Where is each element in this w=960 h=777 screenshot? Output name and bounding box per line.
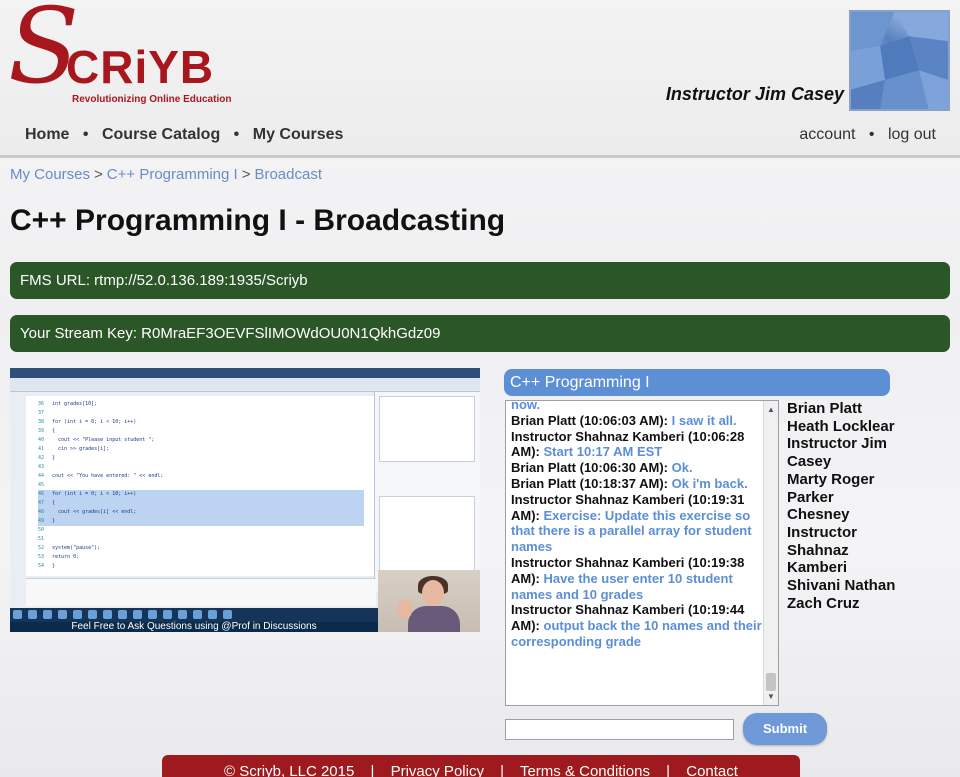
user-list-item: Instructor Jim Casey — [787, 435, 888, 471]
chat-log[interactable]: now. Brian Platt (10:06:03 AM): I saw it… — [505, 400, 779, 706]
footer-separator: | — [666, 763, 671, 777]
chat-message: Instructor Shahnaz Kamberi (10:06:28 AM)… — [511, 428, 745, 460]
online-user-list: Brian Platt Heath Locklear Instructor Ji… — [787, 400, 897, 612]
chat-message: now. — [511, 400, 541, 412]
user-list-item: Instructor Shahnaz Kamberi — [787, 523, 858, 577]
code-editor-preview: 36 int grades[10]; 37 38 for (int i = 0; i… — [26, 396, 376, 576]
avatar[interactable] — [849, 10, 950, 111]
submit-button[interactable]: Submit — [743, 713, 827, 745]
breadcrumb-broadcast[interactable]: Broadcast — [254, 166, 322, 183]
chat-title: C++ Programming I — [504, 369, 890, 396]
footer-privacy-link[interactable]: Privacy Policy — [391, 763, 484, 777]
breadcrumb-separator: > — [94, 166, 103, 183]
scroll-thumb[interactable] — [766, 673, 776, 691]
user-list-item: Chesney — [787, 506, 850, 524]
logo-wordmark: CRiYB — [66, 41, 215, 93]
chat-message: Instructor Shahnaz Kamberi (10:19:44 AM)… — [511, 602, 762, 649]
chat-scrollbar[interactable]: ▲ ▼ — [763, 401, 778, 705]
logo-tagline: Revolutionizing Online Education — [72, 94, 232, 105]
footer-contact-link[interactable]: Contact — [686, 763, 738, 777]
instructor-name: Instructor Jim Casey — [665, 84, 844, 104]
nav-separator: • — [868, 126, 875, 143]
fms-url-bar: FMS URL: rtmp://52.0.136.189:1935/Scriyb — [10, 262, 950, 299]
site-footer: © Scriyb, LLC 2015 | Privacy Policy | Te… — [162, 755, 800, 777]
site-header: S CRiYB Revolutionizing Online Education… — [0, 0, 960, 158]
page-title: C++ Programming I - Broadcasting — [10, 204, 506, 237]
stream-key-bar: Your Stream Key: R0MraEF3OEVFSlIMOWdOU0N… — [10, 315, 950, 352]
nav-account[interactable]: account — [799, 126, 855, 143]
copyright-text: © Scriyb, LLC 2015 — [224, 763, 355, 777]
breadcrumb-separator: > — [241, 166, 251, 183]
footer-terms-link[interactable]: Terms & Conditions — [520, 763, 650, 777]
video-caption: Feel Free to Ask Questions using @Prof i… — [71, 621, 317, 632]
nav-separator: • — [233, 126, 240, 143]
nav-log-out[interactable]: log out — [888, 126, 936, 143]
user-list-item: Brian Platt — [787, 400, 863, 417]
breadcrumb-my-courses[interactable]: My Courses — [10, 166, 90, 183]
nav-course-catalog[interactable]: Course Catalog — [102, 126, 220, 143]
user-list-item: Heath Locklear — [787, 417, 895, 435]
broadcast-video[interactable]: 36 int grades[10]; 37 38 for (int i = 0; i… — [10, 368, 480, 632]
user-list-item: Shivani Nathan — [787, 577, 896, 595]
breadcrumb: My Courses > C++ Programming I > Broadcast — [10, 166, 322, 183]
nav-separator: • — [82, 126, 89, 143]
chat-message-input[interactable] — [505, 719, 734, 740]
chat-message: Brian Platt (10:06:30 AM): Ok. — [511, 460, 693, 476]
user-list-item: Marty Roger Parker — [787, 470, 875, 506]
chat-message: Instructor Shahnaz Kamberi (10:19:31 AM)… — [511, 491, 752, 555]
nav-home[interactable]: Home — [25, 126, 69, 143]
webcam-feed — [378, 570, 480, 632]
chat-message: Instructor Shahnaz Kamberi (10:19:38 AM)… — [511, 554, 745, 602]
user-list-item: Zach Cruz — [787, 594, 860, 612]
footer-separator: | — [370, 763, 375, 777]
chat-messages: now. Brian Platt (10:06:03 AM): I saw it… — [511, 400, 763, 650]
chat-message: Brian Platt (10:06:03 AM): I saw it all. — [511, 412, 737, 428]
main-nav: Home • Course Catalog • My Courses — [25, 126, 343, 144]
footer-separator: | — [500, 763, 505, 777]
scroll-up-icon[interactable]: ▲ — [767, 405, 775, 414]
chat-message: Brian Platt (10:18:37 AM): Ok i'm back. — [511, 475, 748, 491]
scriyb-logo[interactable]: S CRiYB Revolutionizing Online Education — [8, 0, 248, 106]
avatar-image-icon — [851, 12, 948, 109]
breadcrumb-course[interactable]: C++ Programming I — [107, 166, 238, 183]
scroll-down-icon[interactable]: ▼ — [767, 692, 775, 701]
account-nav: account • log out — [799, 126, 936, 144]
nav-my-courses[interactable]: My Courses — [253, 126, 344, 143]
